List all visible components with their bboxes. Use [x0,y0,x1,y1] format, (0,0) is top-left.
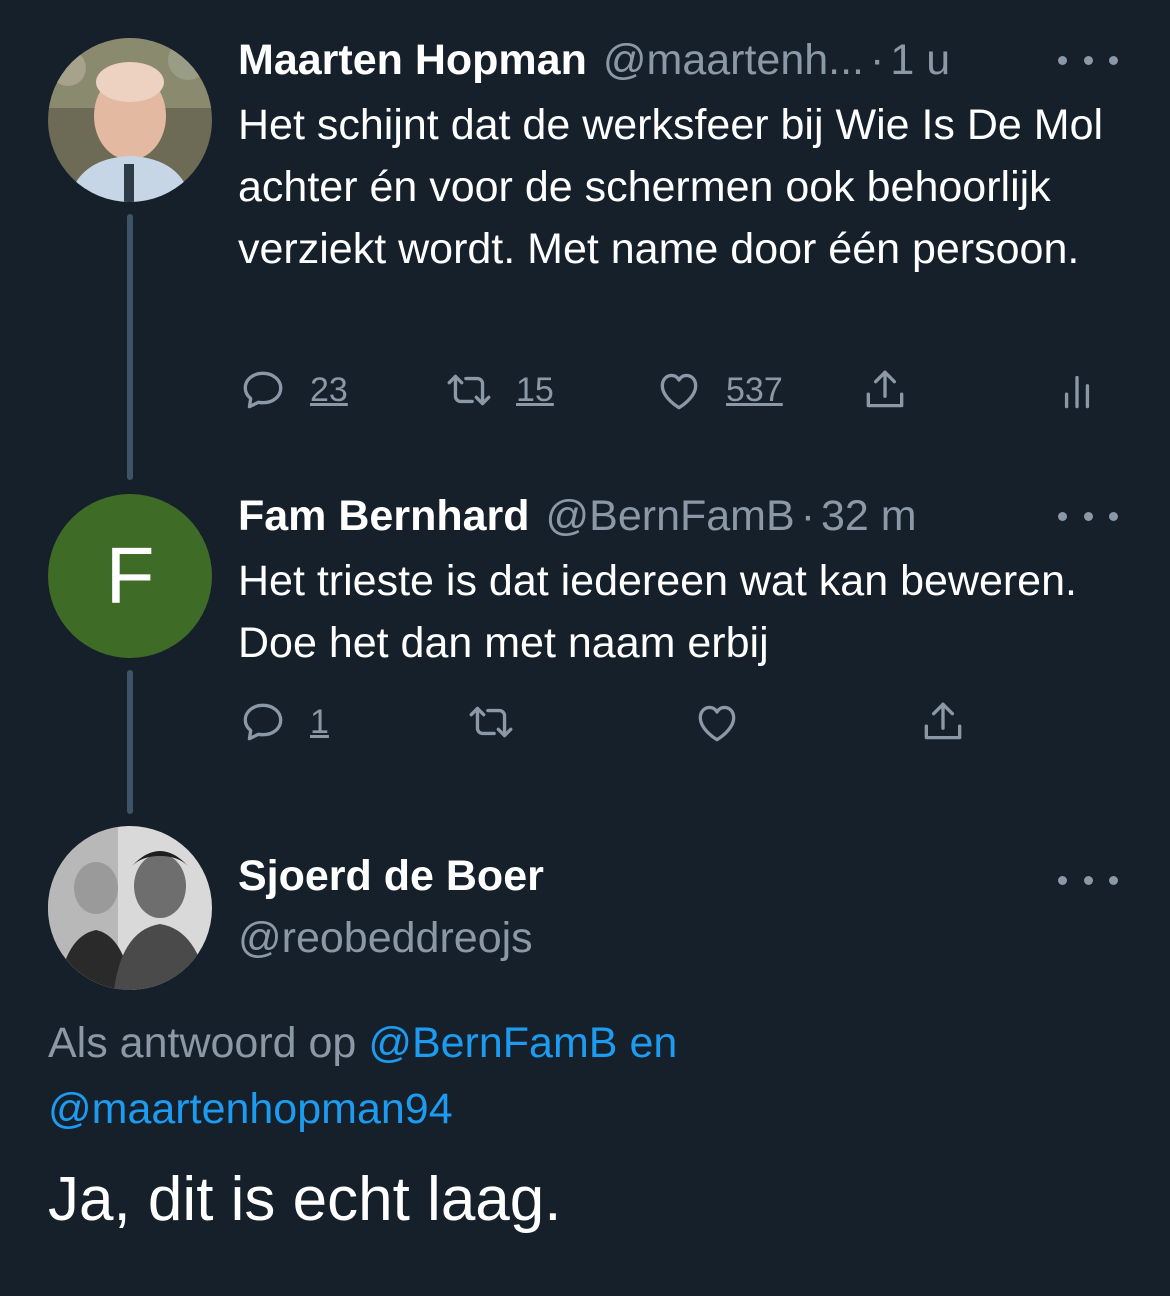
analytics-icon [1064,375,1090,409]
avatar-photo [48,38,212,202]
author-handle[interactable]: @reobeddreojs [238,914,533,963]
share-button[interactable] [860,362,910,418]
retweet-button[interactable]: 15 [444,362,554,418]
retweet-icon [469,706,513,738]
separator-dot: · [800,491,816,540]
tweet-text: Ja, dit is echt laag. [48,1165,562,1234]
timestamp[interactable]: 32 m [821,492,917,541]
like-icon [660,373,698,410]
avatar[interactable] [48,38,212,202]
reply-prefix: Als antwoord op [48,1019,357,1067]
more-icon[interactable] [1058,868,1118,892]
like-button[interactable] [692,694,742,750]
tweet-text: Het trieste is dat iedereen wat kan bewe… [238,557,1077,667]
more-icon[interactable] [1058,48,1118,72]
author-name[interactable]: Fam Bernhard [238,492,530,541]
like-count[interactable]: 537 [726,371,783,410]
more-icon[interactable] [1058,504,1118,528]
thread-line [127,214,133,480]
tweet-text: Het schijnt dat de werksfeer bij Wie Is … [238,101,1104,273]
retweet-icon [447,374,491,406]
tweet-header: Maarten Hopman @maartenh... · 1 u [238,32,950,88]
reply-joiner: en [629,1019,678,1067]
mention-link[interactable]: @BernFamB [368,1019,617,1067]
avatar-photo [48,826,212,990]
avatar[interactable] [48,826,212,990]
tweet-thread: Maarten Hopman @maartenh... · 1 u Het sc… [0,0,1170,1296]
reply-count[interactable]: 23 [310,371,348,410]
reply-icon [243,703,283,741]
analytics-button[interactable] [1052,362,1102,418]
timestamp[interactable]: 1 u [890,36,950,85]
share-button[interactable] [918,694,968,750]
author-name[interactable]: Sjoerd de Boer [238,852,544,901]
tweet-actions: 1 [238,694,1138,750]
author-handle[interactable]: @maartenh... [603,36,864,85]
reply-icon [243,371,283,409]
reply-context: Als antwoord op @BernFamB en @maartenhop… [48,1010,1128,1142]
avatar[interactable]: F [48,494,212,658]
like-icon [698,705,736,742]
share-icon [924,702,962,740]
mention-link[interactable]: @maartenhopman94 [48,1085,453,1133]
retweet-button[interactable] [466,694,516,750]
share-icon [866,370,904,408]
reply-button[interactable]: 1 [238,694,329,750]
tweet-header: Fam Bernhard @BernFamB · 32 m [238,488,917,544]
like-button[interactable]: 537 [654,362,783,418]
avatar-initial: F [105,531,155,620]
thread-line [127,670,133,814]
reply-button[interactable]: 23 [238,362,348,418]
tweet-actions: 23 15 537 [238,362,1138,418]
author-handle[interactable]: @BernFamB [546,492,795,541]
retweet-count[interactable]: 15 [516,371,554,410]
reply-count[interactable]: 1 [310,703,329,742]
separator-dot: · [870,35,885,84]
author-name[interactable]: Maarten Hopman [238,36,587,85]
